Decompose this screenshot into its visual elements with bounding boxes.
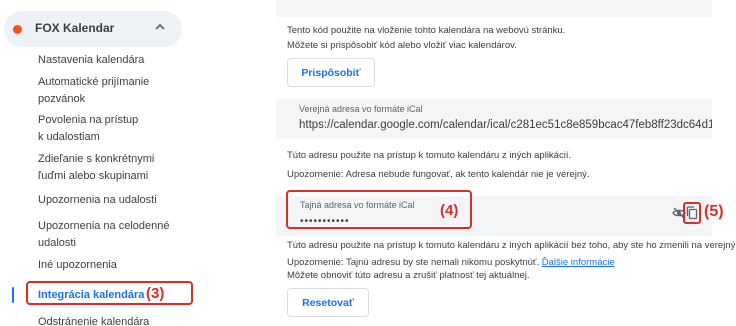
secret-ical-note: Túto adresu použite na prístup k tomuto … bbox=[287, 240, 736, 251]
sidebar-item-all-day-notifications[interactable]: Upozornenia na celodenné udalosti bbox=[38, 218, 188, 252]
chevron-up-icon[interactable] bbox=[154, 21, 166, 36]
annotation-label-3: (3) bbox=[146, 285, 165, 302]
settings-sidebar: FOX Kalendar Nastavenia kalendára Automa… bbox=[0, 0, 205, 326]
annotation-label-4: (4) bbox=[440, 202, 459, 219]
reset-note: Môžete obnoviť túto adresu a zrušiť plat… bbox=[287, 270, 530, 281]
embed-description-2: Môžete si prispôsobiť kód alebo vložiť v… bbox=[287, 40, 517, 51]
public-ical-field[interactable]: Verejná adresa vo formáte iCal https://c… bbox=[276, 99, 712, 139]
sidebar-item-other-notifications[interactable]: Iné upozornenia bbox=[38, 257, 188, 274]
sidebar-item-event-notifications[interactable]: Upozornenia na udalosti bbox=[38, 192, 188, 209]
customize-button[interactable]: Prispôsobiť bbox=[287, 58, 375, 87]
calendar-name: FOX Kalendar bbox=[35, 21, 115, 35]
active-indicator bbox=[12, 287, 14, 303]
annotation-label-5: (5) bbox=[704, 203, 724, 220]
sidebar-item-auto-accept[interactable]: Automatické prijímanie pozvánok bbox=[38, 74, 188, 108]
sidebar-item-remove-calendar[interactable]: Odstránenie kalendára bbox=[38, 314, 188, 326]
sidebar-item-calendar-settings[interactable]: Nastavenia kalendára bbox=[38, 52, 188, 69]
sidebar-item-share-with-people[interactable]: Zdieľanie s konkrétnymi ľuďmi alebo skup… bbox=[38, 151, 188, 185]
public-ical-warning: Upozornenie: Adresa nebude fungovať, ak … bbox=[287, 169, 590, 180]
sidebar-item-access-permissions[interactable]: Povolenia na prístup k udalostiam bbox=[38, 112, 188, 146]
reset-button[interactable]: Resetovať bbox=[287, 288, 369, 317]
calendar-color-dot bbox=[13, 25, 22, 34]
embed-description: Tento kód použite na vloženie tohto kale… bbox=[287, 25, 566, 36]
public-ical-url[interactable]: https://calendar.google.com/calendar/ica… bbox=[299, 119, 712, 131]
learn-more-link[interactable]: Ďalšie informácie bbox=[542, 257, 615, 268]
annotation-box-3 bbox=[26, 281, 193, 305]
copy-icon[interactable] bbox=[686, 206, 698, 220]
public-ical-label: Verejná adresa vo formáte iCal bbox=[299, 104, 423, 114]
calendar-section-header[interactable]: FOX Kalendar bbox=[4, 11, 182, 47]
public-ical-note: Túto adresu použite na prístup k tomuto … bbox=[287, 150, 572, 161]
embed-code-field[interactable] bbox=[276, 0, 712, 17]
secret-ical-warning: Upozornenie: Tajnú adresu by ste nemali … bbox=[287, 257, 615, 268]
